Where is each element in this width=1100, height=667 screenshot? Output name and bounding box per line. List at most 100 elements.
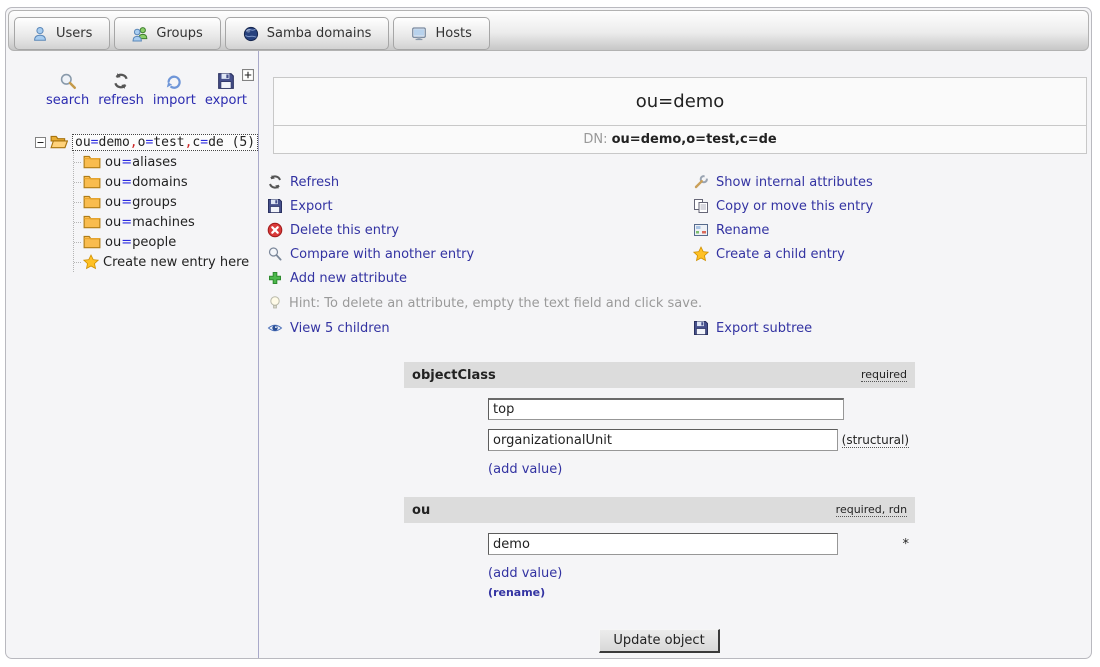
entry-actions: Refresh Export Delete this entry Compare… xyxy=(267,170,1092,290)
rename-value-link[interactable]: (rename) xyxy=(488,586,909,599)
add-plus-icon xyxy=(267,270,283,286)
copy-move-entry-link[interactable]: Copy or move this entry xyxy=(693,194,1092,218)
folder-icon xyxy=(83,213,101,231)
tree-item-label: ou=machines xyxy=(105,215,195,230)
actions-left: Refresh Export Delete this entry Compare… xyxy=(267,170,693,290)
export-subtree-cell: Export subtree xyxy=(693,316,1092,340)
tree-item-machines[interactable]: ou=machines xyxy=(74,212,258,232)
import-button[interactable]: import xyxy=(153,72,196,108)
export-icon xyxy=(217,72,235,90)
tree-root-label: ou=demo,o=test,c=de (5) xyxy=(72,134,258,151)
rename-icon xyxy=(693,222,709,238)
value-row: (structural) xyxy=(488,429,909,451)
collapse-minus-icon[interactable] xyxy=(35,137,46,148)
refresh-icon xyxy=(267,174,283,190)
tab-label: Users xyxy=(56,26,92,41)
tree-item-aliases[interactable]: ou=aliases xyxy=(74,152,258,172)
attribute-form: objectClass required (structural) (add v… xyxy=(404,362,915,653)
tree-item-people[interactable]: ou=people xyxy=(74,232,258,252)
attribute-name: ou xyxy=(412,503,430,518)
attribute-name: objectClass xyxy=(412,368,496,383)
hint-row: Hint: To delete an attribute, empty the … xyxy=(267,292,1092,314)
rename-link[interactable]: Rename xyxy=(693,218,1092,242)
folder-icon xyxy=(83,173,101,191)
sidebar: search refresh import export xyxy=(6,51,258,659)
action-label: Delete this entry xyxy=(290,223,399,238)
subtree-row: View 5 children Export subtree xyxy=(267,316,1092,340)
attribute-flags: required xyxy=(861,368,907,382)
tree-item-root[interactable]: ou=demo,o=test,c=de (5) xyxy=(35,132,258,152)
export-button[interactable]: export xyxy=(205,72,247,108)
hint-text: Hint: To delete an attribute, empty the … xyxy=(289,296,702,311)
wrench-icon xyxy=(693,174,709,190)
dn-label: DN: xyxy=(583,132,607,147)
form-footer: Update object xyxy=(404,629,915,653)
tab-hosts[interactable]: Hosts xyxy=(393,17,489,50)
add-value-link[interactable]: (add value) xyxy=(488,566,562,581)
expand-all-icon[interactable] xyxy=(242,66,254,78)
add-value-link[interactable]: (add value) xyxy=(488,462,562,477)
tab-label: Hosts xyxy=(435,26,471,41)
export-subtree-link[interactable]: Export subtree xyxy=(693,316,1092,340)
tab-bar: Users Groups Samba domains Hosts xyxy=(8,10,1089,51)
refresh-icon xyxy=(112,72,130,90)
import-icon xyxy=(165,72,183,90)
tool-label: refresh xyxy=(98,93,144,108)
tool-label: search xyxy=(46,93,89,108)
folder-icon xyxy=(83,153,101,171)
main: ou=demo DN: ou=demo,o=test,c=de Refresh … xyxy=(258,51,1092,659)
tree-item-label: Create new entry here xyxy=(103,255,249,270)
action-label: Rename xyxy=(716,223,769,238)
attribute-header: objectClass required xyxy=(404,362,915,388)
tool-label: export xyxy=(205,93,247,108)
actions-right: Show internal attributes Copy or move th… xyxy=(693,170,1092,290)
update-object-button[interactable]: Update object xyxy=(599,629,719,653)
view-children-link[interactable]: View 5 children xyxy=(267,316,693,340)
magnifier-icon xyxy=(267,246,283,262)
tree-item-label: ou=domains xyxy=(105,175,188,190)
refresh-link[interactable]: Refresh xyxy=(267,170,693,194)
tab-label: Samba domains xyxy=(267,26,372,41)
star-icon xyxy=(83,254,99,270)
objectclass-value-input-2[interactable] xyxy=(488,429,838,451)
action-label: Copy or move this entry xyxy=(716,199,873,214)
objectclass-value-input-1[interactable] xyxy=(488,398,844,420)
compare-entry-link[interactable]: Compare with another entry xyxy=(267,242,693,266)
sidebar-toolbar: search refresh import export xyxy=(46,72,258,108)
show-internal-attributes-link[interactable]: Show internal attributes xyxy=(693,170,1092,194)
tree-create-new-entry[interactable]: Create new entry here xyxy=(74,252,258,272)
action-label: Refresh xyxy=(290,175,339,190)
tree-item-label: ou=aliases xyxy=(105,155,177,170)
tree-item-domains[interactable]: ou=domains xyxy=(74,172,258,192)
host-icon xyxy=(411,26,427,42)
group-icon xyxy=(132,26,148,42)
delete-entry-link[interactable]: Delete this entry xyxy=(267,218,693,242)
tab-groups[interactable]: Groups xyxy=(114,17,220,50)
search-icon xyxy=(59,72,77,90)
action-label: Create a child entry xyxy=(716,247,845,262)
create-child-entry-link[interactable]: Create a child entry xyxy=(693,242,1092,266)
attribute-ou: ou required, rdn * (add value) (rename) xyxy=(404,497,915,605)
view-children-cell: View 5 children xyxy=(267,316,693,340)
tab-samba-domains[interactable]: Samba domains xyxy=(225,17,390,50)
attribute-flags: required, rdn xyxy=(836,503,907,517)
action-label: Export subtree xyxy=(716,321,812,336)
refresh-button[interactable]: refresh xyxy=(98,72,144,108)
floppy-icon xyxy=(267,198,283,214)
attribute-objectclass: objectClass required (structural) (add v… xyxy=(404,362,915,483)
value-row xyxy=(488,398,909,420)
structural-note: (structural) xyxy=(842,433,909,448)
dn-value: ou=demo,o=test,c=de xyxy=(612,132,777,147)
add-attribute-link[interactable]: Add new attribute xyxy=(267,266,693,290)
tree-item-groups[interactable]: ou=groups xyxy=(74,192,258,212)
value-row: * xyxy=(488,533,909,555)
search-button[interactable]: search xyxy=(46,72,89,108)
tab-users[interactable]: Users xyxy=(14,17,110,50)
entry-dn: DN: ou=demo,o=test,c=de xyxy=(274,126,1086,153)
export-link[interactable]: Export xyxy=(267,194,693,218)
folder-icon xyxy=(83,233,101,251)
action-label: Add new attribute xyxy=(290,271,407,286)
ou-value-input[interactable] xyxy=(488,533,838,555)
delete-icon xyxy=(267,222,283,238)
attribute-header: ou required, rdn xyxy=(404,497,915,523)
